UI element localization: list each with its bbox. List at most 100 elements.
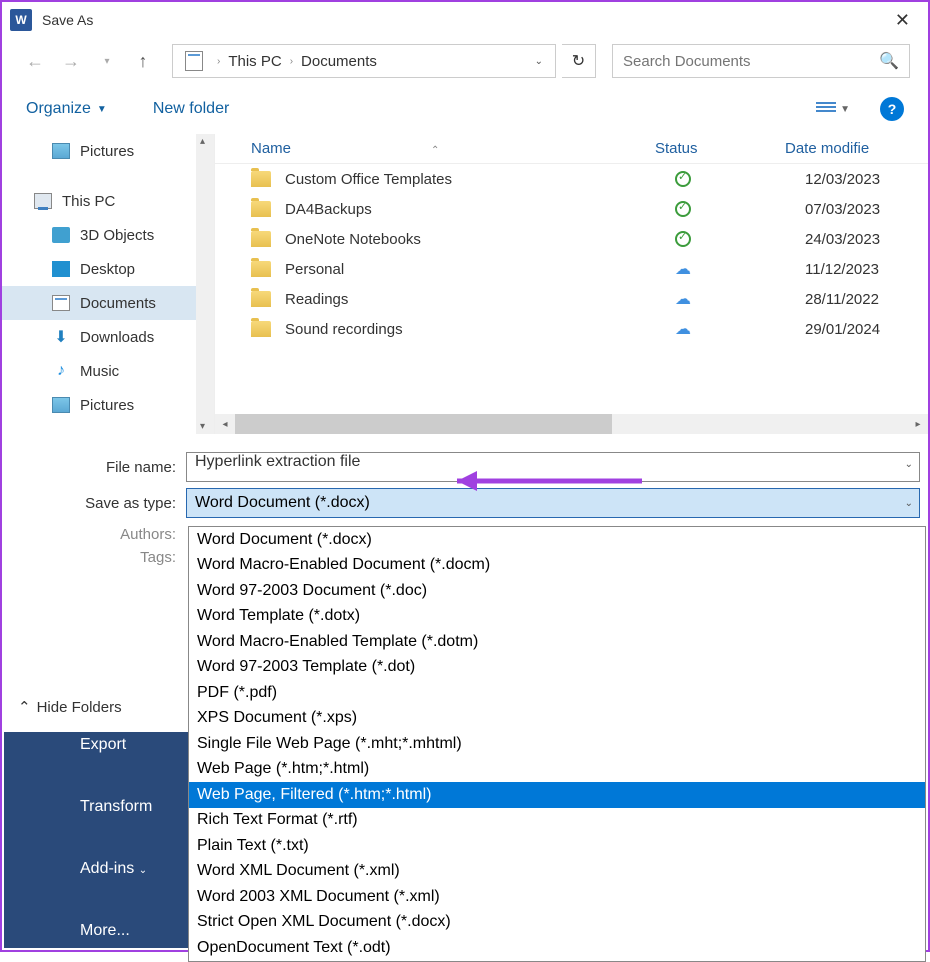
refresh-button[interactable]: ↻ (562, 44, 596, 78)
title-bar: W Save As ✕ (2, 2, 928, 38)
file-name: Sound recordings (285, 321, 675, 338)
dropdown-option[interactable]: Strict Open XML Document (*.docx) (189, 910, 925, 936)
help-button[interactable]: ? (880, 97, 904, 121)
file-row[interactable]: Readings☁28/11/2022 (215, 284, 928, 314)
dropdown-option[interactable]: PDF (*.pdf) (189, 680, 925, 706)
close-button[interactable]: ✕ (885, 6, 920, 35)
dropdown-option[interactable]: Web Page, Filtered (*.htm;*.html) (189, 782, 925, 808)
chevron-down-icon[interactable]: ⌄ (905, 459, 913, 470)
recent-dropdown[interactable]: ▾ (92, 46, 122, 76)
folder-icon (251, 201, 271, 217)
file-row[interactable]: Personal☁11/12/2023 (215, 254, 928, 284)
back-button[interactable]: ← (20, 46, 50, 76)
save-type-select[interactable]: Word Document (*.docx)⌄ (186, 488, 920, 518)
backstage-addins[interactable]: Add-ins ⌄ (4, 838, 188, 900)
pictures-icon (52, 397, 70, 413)
dropdown-option[interactable]: Word 97-2003 Template (*.dot) (189, 655, 925, 681)
sync-check-icon (675, 201, 691, 217)
save-type-label: Save as type: (2, 495, 186, 512)
hide-folders-button[interactable]: ⌃ Hide Folders (18, 698, 122, 716)
view-options-button[interactable]: ▼ (816, 102, 850, 116)
sidebar-item-pictures[interactable]: Pictures (2, 134, 214, 168)
sidebar-item-downloads[interactable]: ⬇Downloads (2, 320, 214, 354)
file-name-input[interactable]: Hyperlink extraction file⌄ (186, 452, 920, 482)
file-row[interactable]: OneNote Notebooks24/03/2023 (215, 224, 928, 254)
tags-label: Tags: (2, 549, 186, 566)
3d-objects-icon (52, 227, 70, 243)
file-name: Readings (285, 291, 675, 308)
column-status[interactable]: Status (655, 140, 785, 157)
sidebar-item-documents[interactable]: Documents (2, 286, 214, 320)
documents-icon (185, 51, 203, 71)
word-app-icon: W (10, 9, 32, 31)
dropdown-option[interactable]: OpenDocument Text (*.odt) (189, 935, 925, 961)
file-status (675, 201, 805, 217)
sidebar: Pictures This PC 3D Objects Desktop Docu… (2, 134, 214, 434)
sidebar-scrollbar[interactable] (196, 134, 214, 434)
dropdown-option[interactable]: Word Document (*.docx) (189, 527, 925, 553)
chevron-down-icon[interactable]: ⌄ (905, 498, 913, 509)
breadcrumb-root[interactable]: This PC (226, 53, 283, 70)
sidebar-item-3dobjects[interactable]: 3D Objects (2, 218, 214, 252)
downloads-icon: ⬇ (52, 329, 70, 345)
dropdown-option[interactable]: Word XML Document (*.xml) (189, 859, 925, 885)
dropdown-option[interactable]: Word 97-2003 Document (*.doc) (189, 578, 925, 604)
address-dropdown[interactable]: ⌄ (527, 56, 551, 67)
file-name: DA4Backups (285, 201, 675, 218)
column-name[interactable]: Name (251, 140, 291, 157)
music-icon: ♪ (52, 363, 70, 379)
scrollbar-thumb[interactable] (235, 414, 612, 434)
dropdown-option[interactable]: Web Page (*.htm;*.html) (189, 757, 925, 783)
dropdown-option[interactable]: Word Macro-Enabled Document (*.docm) (189, 553, 925, 579)
dropdown-option[interactable]: XPS Document (*.xps) (189, 706, 925, 732)
file-status: ☁ (675, 259, 805, 279)
horizontal-scrollbar[interactable]: ◂ ▸ (215, 414, 928, 434)
file-row[interactable]: Sound recordings☁29/01/2024 (215, 314, 928, 344)
scroll-right-icon[interactable]: ▸ (908, 419, 928, 430)
backstage-transform[interactable]: Transform (4, 776, 188, 838)
pictures-icon (52, 143, 70, 159)
backstage-export[interactable]: Export (4, 732, 188, 776)
organize-button[interactable]: Organize (26, 100, 91, 118)
sync-check-icon (675, 171, 691, 187)
column-date[interactable]: Date modifie (785, 140, 928, 157)
save-type-dropdown[interactable]: Word Document (*.docx)Word Macro-Enabled… (188, 526, 926, 962)
search-input[interactable] (623, 53, 879, 70)
file-name: Custom Office Templates (285, 171, 675, 188)
backstage-more[interactable]: More... (4, 900, 188, 962)
search-box[interactable]: 🔍 (612, 44, 910, 78)
file-name: Personal (285, 261, 675, 278)
dropdown-option[interactable]: Word Macro-Enabled Template (*.dotm) (189, 629, 925, 655)
file-date: 07/03/2023 (805, 201, 880, 218)
dropdown-option[interactable]: Rich Text Format (*.rtf) (189, 808, 925, 834)
file-date: 24/03/2023 (805, 231, 880, 248)
address-bar[interactable]: › This PC › Documents ⌄ (172, 44, 556, 78)
toolbar: Organize ▼ New folder ▼ ? (2, 84, 928, 134)
sidebar-item-music[interactable]: ♪Music (2, 354, 214, 388)
folder-icon (251, 321, 271, 337)
sidebar-item-pictures2[interactable]: Pictures (2, 388, 214, 422)
file-row[interactable]: Custom Office Templates 12/03/2023 (215, 164, 928, 194)
file-status: ☁ (675, 319, 805, 339)
sidebar-item-thispc[interactable]: This PC (2, 184, 214, 218)
search-icon[interactable]: 🔍 (879, 51, 899, 71)
backstage-menu: Export Transform Add-ins ⌄ More... (4, 732, 188, 948)
column-headers[interactable]: Name⌃ Status Date modifie (215, 134, 928, 164)
file-date: 11/12/2023 (805, 261, 879, 278)
dropdown-option[interactable]: Plain Text (*.txt) (189, 833, 925, 859)
dropdown-option[interactable]: Word 2003 XML Document (*.xml) (189, 884, 925, 910)
breadcrumb-folder[interactable]: Documents (299, 53, 379, 70)
file-list: Custom Office Templates 12/03/2023 DA4Back… (215, 164, 928, 414)
dropdown-option[interactable]: Word Template (*.dotx) (189, 604, 925, 630)
organize-dropdown-icon[interactable]: ▼ (97, 104, 107, 115)
up-button[interactable]: ↑ (128, 46, 158, 76)
file-status (675, 231, 805, 247)
dropdown-option[interactable]: Single File Web Page (*.mht;*.mhtml) (189, 731, 925, 757)
file-row[interactable]: DA4Backups 07/03/2023 (215, 194, 928, 224)
sidebar-item-desktop[interactable]: Desktop (2, 252, 214, 286)
scroll-left-icon[interactable]: ◂ (215, 419, 235, 430)
file-date: 12/03/2023 (805, 171, 880, 188)
forward-button[interactable]: → (56, 46, 86, 76)
file-status: ☁ (675, 289, 805, 309)
new-folder-button[interactable]: New folder (153, 100, 229, 118)
